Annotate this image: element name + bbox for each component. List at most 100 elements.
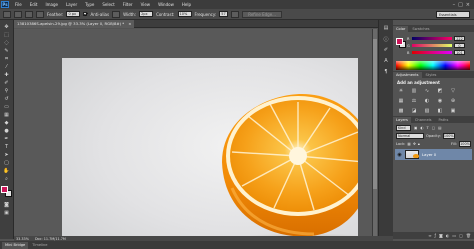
new-layer-icon[interactable]: ▢ (459, 233, 463, 238)
adjustment-layer-icon[interactable]: ◐ (446, 233, 450, 238)
eye-icon[interactable]: ◉ (397, 152, 402, 158)
invert-icon[interactable]: ◪ (410, 107, 418, 114)
document-tab[interactable]: 13810386S-apelsin-29.jpg @ 33.3% (Layer … (14, 20, 135, 28)
photo-filter-icon[interactable]: ◉ (436, 97, 444, 104)
type-tool-icon[interactable]: T (2, 143, 12, 150)
vibrance-triangle-icon[interactable]: ▽ (449, 87, 457, 94)
menu-view[interactable]: View (137, 2, 155, 7)
filter-smart-icon[interactable]: ▤ (438, 126, 441, 130)
minimize-icon[interactable]: – (453, 2, 456, 8)
black-white-icon[interactable]: ◐ (423, 97, 431, 104)
gradient-tool-icon[interactable]: ▦ (2, 111, 12, 118)
opacity-field[interactable]: 100% (442, 133, 455, 139)
stamp-tool-icon[interactable]: ⚲ (2, 87, 12, 94)
blue-value-field[interactable]: 101 (454, 50, 465, 55)
fx-icon[interactable]: ƒ (435, 233, 436, 238)
lasso-tool-icon[interactable]: ◌ (2, 39, 12, 46)
hue-saturation-icon[interactable]: ▦ (397, 97, 405, 104)
crop-tool-icon[interactable]: ⌗ (2, 55, 12, 62)
hand-tool-icon[interactable]: ✋ (2, 167, 12, 174)
posterize-icon[interactable]: ▧ (423, 107, 431, 114)
menu-edit[interactable]: Edit (26, 2, 42, 7)
character-panel-icon[interactable]: A (382, 57, 391, 65)
blur-tool-icon[interactable]: ◆ (2, 119, 12, 126)
pen-tool-icon[interactable]: ✒ (2, 135, 12, 142)
filter-shape-icon[interactable]: ▢ (432, 126, 435, 130)
layer-name[interactable]: Layer 0 (422, 152, 436, 157)
antialias-checkbox[interactable] (83, 12, 88, 16)
quick-mask-icon[interactable]: ◙ (2, 201, 12, 208)
filter-adjust-icon[interactable]: ◐ (420, 126, 423, 130)
history-panel-icon[interactable]: ▤ (382, 24, 391, 32)
close-icon[interactable]: × (466, 2, 470, 8)
feather-field[interactable]: 0 px (66, 11, 81, 17)
contrast-field[interactable]: 10% (177, 11, 192, 17)
red-slider[interactable] (412, 37, 452, 40)
red-value-field[interactable]: 222 (454, 36, 465, 41)
subtract-selection-icon[interactable] (36, 10, 44, 18)
panel-foreground-swatch[interactable] (396, 38, 403, 45)
vertical-scrollbar[interactable] (372, 29, 377, 236)
lock-position-icon[interactable]: ✥ (413, 142, 416, 146)
lock-all-icon[interactable]: 🔒︎ (418, 142, 420, 146)
selection-mode-icon[interactable] (14, 10, 22, 18)
fill-field[interactable]: 100% (459, 141, 471, 147)
menu-select[interactable]: Select (98, 2, 118, 7)
menu-image[interactable]: Image (41, 2, 62, 7)
quick-select-tool-icon[interactable]: ✎ (2, 47, 12, 54)
refine-edge-button[interactable]: Refine Edge... (242, 10, 282, 18)
paragraph-panel-icon[interactable]: ¶ (382, 68, 391, 76)
layer-kind-select[interactable]: Kind (396, 125, 411, 131)
magnetic-style-icon[interactable] (112, 10, 121, 18)
maximize-icon[interactable]: □ (458, 2, 463, 8)
tab-layers[interactable]: Layers (393, 117, 411, 123)
doc-size[interactable]: Doc: 11.7M/11.7M (35, 237, 66, 241)
color-swatches[interactable] (1, 186, 12, 197)
brush-panel-icon[interactable]: ✐ (382, 46, 391, 54)
tab-swatches[interactable]: Swatches (409, 26, 432, 32)
zoom-level[interactable]: 33.33% (16, 237, 29, 241)
tab-styles[interactable]: Styles (423, 72, 440, 78)
add-selection-icon[interactable] (25, 10, 33, 18)
color-spectrum-ramp[interactable] (396, 61, 470, 70)
marquee-tool-icon[interactable]: ⬚ (2, 31, 12, 38)
tab-adjustments[interactable]: Adjustments (393, 72, 422, 78)
tab-color[interactable]: Color (393, 26, 409, 32)
tool-preset-icon[interactable] (3, 10, 11, 18)
eyedropper-tool-icon[interactable]: ⁄ (2, 63, 12, 70)
menu-help[interactable]: Help (178, 2, 195, 7)
lock-pixels-icon[interactable]: ▦ (407, 142, 410, 146)
channel-mixer-icon[interactable]: ⊕ (449, 97, 457, 104)
group-icon[interactable]: ▭ (452, 233, 456, 238)
tab-close-icon[interactable]: × (128, 20, 131, 28)
blend-mode-select[interactable]: Normal (396, 133, 424, 139)
layer-row[interactable]: ◉ Layer 0 (395, 149, 472, 160)
tab-paths[interactable]: Paths (436, 117, 452, 123)
filter-type-icon[interactable]: T (427, 126, 429, 130)
tab-channels[interactable]: Channels (412, 117, 435, 123)
scrollbar-thumb[interactable] (373, 39, 377, 189)
curves-icon[interactable]: ∿ (423, 87, 431, 94)
history-brush-tool-icon[interactable]: ↺ (2, 95, 12, 102)
orange-photo[interactable] (62, 58, 358, 249)
move-tool-icon[interactable]: ✥ (2, 23, 12, 30)
tab-timeline[interactable]: Timeline (29, 242, 50, 249)
selective-color-icon[interactable]: ▣ (449, 107, 457, 114)
brush-tool-icon[interactable]: ✐ (2, 79, 12, 86)
shape-tool-icon[interactable]: ▢ (2, 159, 12, 166)
filter-pixel-icon[interactable]: ▣ (414, 126, 417, 130)
healing-tool-icon[interactable]: ✚ (2, 71, 12, 78)
exposure-icon[interactable]: ◩ (436, 87, 444, 94)
path-select-tool-icon[interactable]: ➤ (2, 151, 12, 158)
add-mask-icon[interactable]: ◙ (439, 233, 443, 238)
screen-mode-icon[interactable]: ▣ (2, 209, 12, 216)
menu-window[interactable]: Window (154, 2, 178, 7)
foreground-color-swatch[interactable] (1, 186, 8, 193)
trash-icon[interactable]: 🗑︎ (466, 233, 471, 238)
green-value-field[interactable]: 0 (454, 43, 465, 48)
dodge-tool-icon[interactable]: ● (2, 127, 12, 134)
width-field[interactable]: 2px (139, 11, 154, 17)
brightness-icon[interactable]: ☀ (397, 87, 405, 94)
zoom-tool-icon[interactable]: ⌕ (2, 175, 12, 182)
pen-pressure-icon[interactable] (231, 10, 240, 18)
